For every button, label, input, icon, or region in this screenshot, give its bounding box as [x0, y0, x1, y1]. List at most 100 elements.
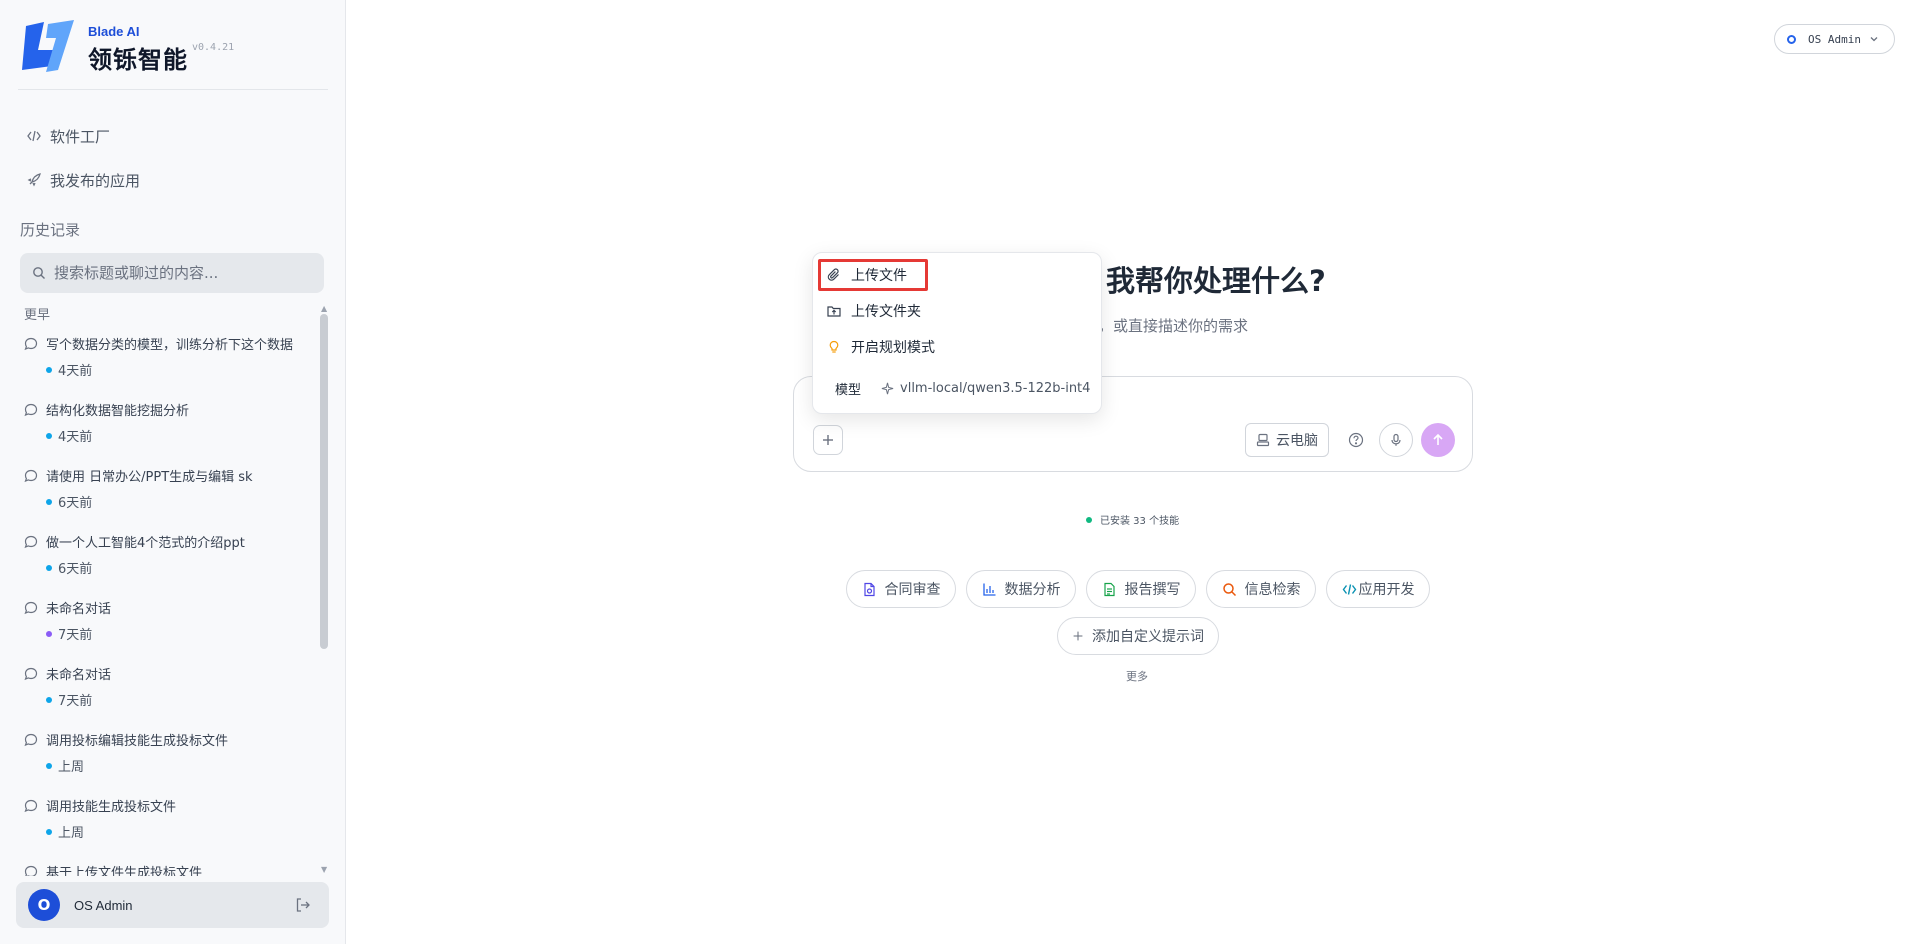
history-item[interactable]: 基于上传文件生成投标文件	[24, 858, 314, 876]
status-dot	[46, 498, 52, 505]
history-item-meta: 7天前	[46, 624, 92, 643]
attach-menu-popup: 上传文件 上传文件夹 开启规划模式 模型 vllm-local/qwen3.5-…	[812, 252, 1102, 414]
code-icon	[1342, 583, 1356, 595]
sidebar: Blade AI 领铄智能 v0.4.21 软件工厂 我发布的应用 历史记录 更…	[0, 0, 346, 944]
chip-report-label: 报告撰写	[1124, 582, 1181, 598]
menu-upload-folder[interactable]: 上传文件夹	[827, 299, 921, 323]
search-icon	[1222, 582, 1236, 596]
menu-plan-mode-label: 开启规划模式	[851, 340, 935, 356]
history-title: 历史记录	[20, 221, 81, 239]
history-item-meta: 7天前	[46, 690, 92, 709]
history-item-meta: 4天前	[46, 360, 92, 379]
history-item-time: 7天前	[58, 694, 93, 709]
skills-status-text: 已安装 33 个技能	[1100, 516, 1180, 527]
history-item-time: 6天前	[58, 562, 93, 577]
computer-icon	[1256, 433, 1270, 447]
brand: Blade AI 领铄智能 v0.4.21	[18, 18, 328, 90]
history-item[interactable]: 未命名对话 7天前	[24, 660, 314, 716]
add-custom-prompt-label: 添加自定义提示词	[1092, 629, 1204, 645]
search-icon	[32, 266, 46, 280]
brand-logo-icon	[22, 20, 74, 72]
history-item[interactable]: 写个数据分类的模型，训练分析下这个数据 4天前	[24, 330, 314, 386]
attach-plus-button[interactable]	[813, 425, 843, 455]
history-list: 写个数据分类的模型，训练分析下这个数据 4天前 结构化数据智能挖掘分析 4天前 …	[0, 324, 320, 876]
logout-icon[interactable]	[295, 897, 311, 913]
chip-info-search[interactable]: 信息检索	[1206, 570, 1316, 608]
history-item-title: 调用技能生成投标文件	[46, 800, 177, 815]
arrow-up-icon	[1433, 433, 1443, 445]
chevron-down-icon	[1870, 37, 1878, 42]
history-item-title: 未命名对话	[46, 668, 112, 683]
cloud-pc-button[interactable]: 云电脑	[1245, 423, 1329, 457]
history-item-title: 基于上传文件生成投标文件	[46, 866, 203, 876]
plus-icon	[1073, 631, 1083, 641]
rocket-icon	[26, 172, 42, 188]
status-dot	[1086, 516, 1092, 523]
nav-published-apps-label: 我发布的应用	[50, 171, 141, 190]
history-item-title: 结构化数据智能挖掘分析	[46, 404, 190, 419]
help-icon[interactable]	[1347, 431, 1365, 449]
chat-bubble-icon	[24, 403, 38, 417]
menu-plan-mode[interactable]: 开启规划模式	[827, 335, 935, 359]
chip-data-label: 数据分析	[1004, 582, 1061, 598]
status-dot	[46, 630, 52, 637]
chip-search-label: 信息检索	[1244, 582, 1301, 598]
chip-contract-review[interactable]: 合同审查	[846, 570, 956, 608]
status-dot	[46, 762, 52, 769]
lightbulb-icon	[829, 340, 839, 353]
history-item-meta: 6天前	[46, 492, 92, 511]
menu-upload-file-label: 上传文件	[851, 268, 907, 284]
plus-icon	[823, 435, 833, 445]
history-item[interactable]: 做一个人工智能4个范式的介绍ppt 6天前	[24, 528, 314, 584]
history-group-label: 更早	[24, 308, 51, 323]
account-menu-button[interactable]: OS Admin	[1774, 24, 1895, 54]
menu-upload-file[interactable]: 上传文件	[827, 263, 907, 287]
history-item[interactable]: 调用投标编辑技能生成投标文件 上周	[24, 726, 314, 782]
chat-bubble-icon	[24, 667, 38, 681]
history-item-meta: 上周	[46, 822, 84, 841]
history-item-time: 4天前	[58, 430, 93, 445]
nav-published-apps[interactable]: 我发布的应用	[26, 167, 140, 193]
history-item-title: 调用投标编辑技能生成投标文件	[46, 734, 229, 749]
menu-upload-folder-label: 上传文件夹	[851, 304, 921, 320]
scroll-thumb[interactable]	[320, 314, 328, 649]
status-dot	[46, 828, 52, 835]
chat-bubble-icon	[24, 469, 38, 483]
chip-contract-label: 合同审查	[884, 582, 941, 598]
cloud-pc-label: 云电脑	[1276, 433, 1318, 449]
scroll-down-arrow-icon[interactable]: ▼	[321, 865, 327, 874]
history-item[interactable]: 调用技能生成投标文件 上周	[24, 792, 314, 848]
model-label: 模型	[835, 382, 862, 398]
document-check-icon	[863, 582, 875, 596]
status-ring-icon	[1787, 34, 1796, 44]
chat-bubble-icon	[24, 865, 38, 876]
model-selector[interactable]: 模型 vllm-local/qwen3.5-122b-int4	[835, 376, 1090, 400]
history-item[interactable]: 请使用 日常办公/PPT生成与编辑 sk 6天前	[24, 462, 314, 518]
sparkle-icon	[881, 382, 894, 394]
nav-software-factory-label: 软件工厂	[50, 127, 111, 146]
chip-dev-label: 应用开发	[1358, 582, 1415, 598]
user-bar[interactable]: O OS Admin	[16, 882, 329, 928]
microphone-icon	[1391, 433, 1401, 446]
history-item-time: 上周	[58, 826, 85, 841]
history-item[interactable]: 结构化数据智能挖掘分析 4天前	[24, 396, 314, 452]
history-item-time: 7天前	[58, 628, 93, 643]
chip-app-dev[interactable]: 应用开发	[1326, 570, 1430, 608]
more-link[interactable]: 更多	[1126, 668, 1148, 684]
account-label: OS Admin	[1808, 32, 1861, 46]
chip-data-analysis[interactable]: 数据分析	[966, 570, 1076, 608]
history-search-input[interactable]	[54, 264, 314, 282]
voice-input-button[interactable]	[1379, 423, 1413, 457]
history-scrollbar[interactable]: ▲ ▼	[320, 304, 328, 874]
status-dot	[46, 564, 52, 571]
scroll-up-arrow-icon[interactable]: ▲	[321, 304, 327, 313]
add-custom-prompt-button[interactable]: 添加自定义提示词	[1057, 617, 1219, 655]
nav-software-factory[interactable]: 软件工厂	[26, 123, 110, 149]
chat-bubble-icon	[24, 733, 38, 747]
bar-chart-icon	[982, 583, 995, 596]
history-search[interactable]	[20, 253, 324, 293]
skills-status: 已安装 33 个技能	[1086, 512, 1179, 527]
send-button[interactable]	[1421, 423, 1455, 457]
chip-report-writing[interactable]: 报告撰写	[1086, 570, 1196, 608]
history-item[interactable]: 未命名对话 7天前	[24, 594, 314, 650]
